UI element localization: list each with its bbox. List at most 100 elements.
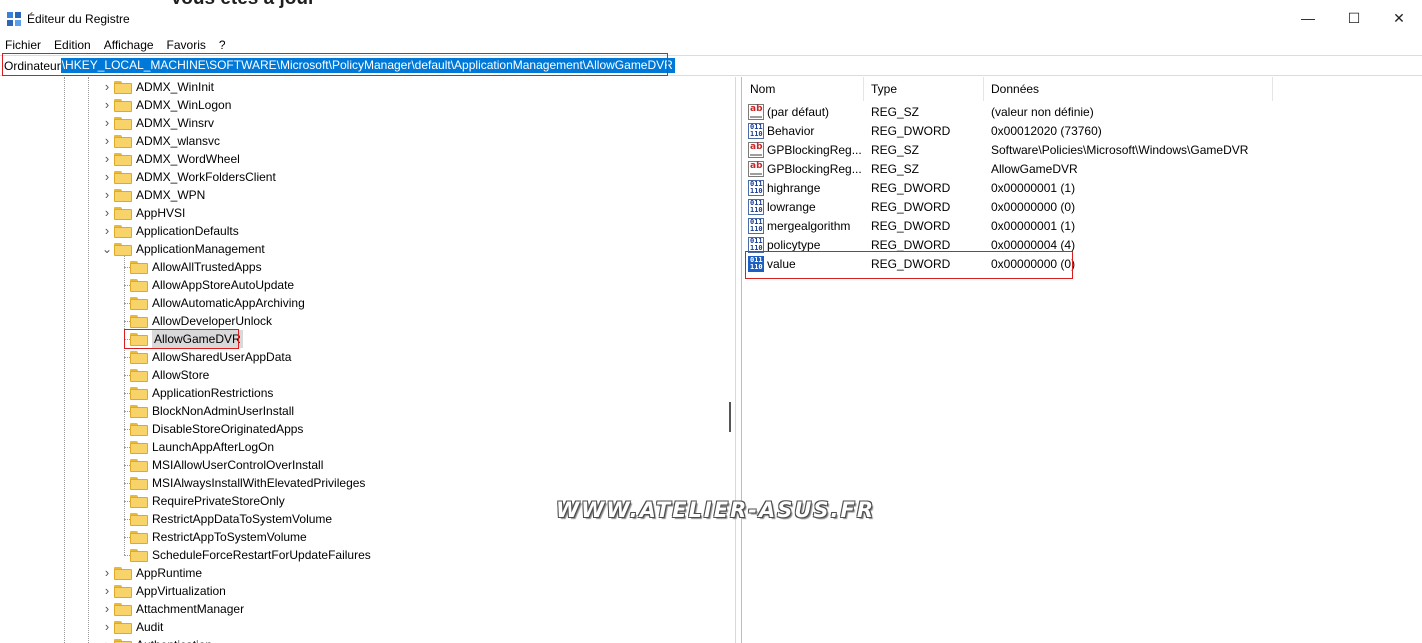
folder-icon xyxy=(114,98,132,112)
expand-chevron-icon[interactable]: › xyxy=(102,152,112,165)
tree-subkey[interactable]: AllowAppStoreAutoUpdate xyxy=(124,276,294,294)
folder-icon xyxy=(114,134,132,148)
tree-guide-line xyxy=(64,77,65,643)
tree-subkey[interactable]: AllowAutomaticAppArchiving xyxy=(124,294,305,312)
tree-key-label: ADMX_wlansvc xyxy=(136,134,221,148)
expand-chevron-icon[interactable]: › xyxy=(102,134,112,147)
tree-subkey[interactable]: BlockNonAdminUserInstall xyxy=(124,402,294,420)
window-title: Éditeur du Registre xyxy=(27,12,130,26)
tree-key[interactable]: ›Authentication xyxy=(105,636,212,643)
tree-key[interactable]: › AppHVSI xyxy=(105,204,186,222)
expand-chevron-icon[interactable]: › xyxy=(102,224,112,237)
tree-key[interactable]: › ADMX_WPN xyxy=(105,186,206,204)
expand-chevron-icon[interactable]: › xyxy=(102,620,112,633)
tree-key[interactable]: › ADMX_wlansvc xyxy=(105,132,221,150)
expand-chevron-icon[interactable]: › xyxy=(102,206,112,219)
expand-chevron-icon[interactable]: › xyxy=(102,566,112,579)
folder-icon xyxy=(114,80,132,94)
column-header-data[interactable]: Données xyxy=(984,77,1273,101)
tree-subkey[interactable]: RequirePrivateStoreOnly xyxy=(124,492,285,510)
column-header-type[interactable]: Type xyxy=(864,77,984,101)
tree-subkey[interactable]: AllowSharedUserAppData xyxy=(124,348,292,366)
tree-key[interactable]: › ApplicationDefaults xyxy=(105,222,239,240)
expand-chevron-icon[interactable]: › xyxy=(102,116,112,129)
tree-key[interactable]: › AppVirtualization xyxy=(105,582,226,600)
folder-icon xyxy=(114,620,132,634)
value-data-cell: 0x00000001 (1) xyxy=(991,180,1076,195)
tree-subkey[interactable]: AllowAllTrustedApps xyxy=(124,258,262,276)
dword-value-icon: 011 110 xyxy=(748,198,764,215)
menu-help[interactable]: ? xyxy=(213,36,233,54)
expand-chevron-icon[interactable]: › xyxy=(102,170,112,183)
tree-subkey[interactable]: ApplicationRestrictions xyxy=(124,384,274,402)
value-type-cell: REG_DWORD xyxy=(871,180,951,195)
value-row[interactable]: 011 110 mergealgorithm REG_DWORD 0x00000001 … xyxy=(743,216,1422,235)
tree-key-label: AttachmentManager xyxy=(136,602,245,616)
pane-splitter[interactable] xyxy=(736,77,742,643)
value-list-pane[interactable]: Nom Type Données ab (par défaut) REG_SZ (va… xyxy=(743,77,1422,643)
minimize-button[interactable]: — xyxy=(1285,0,1331,36)
value-row[interactable]: 011 110 highrange REG_DWORD 0x00000001 (1) xyxy=(743,178,1422,197)
tree-subkey[interactable]: LaunchAppAfterLogOn xyxy=(124,438,274,456)
tree-key[interactable]: › ADMX_WorkFoldersClient xyxy=(105,168,276,186)
menu-favoris[interactable]: Favoris xyxy=(161,36,213,54)
tree-key-label: Authentication xyxy=(136,636,212,643)
value-type-cell: REG_SZ xyxy=(871,161,920,176)
folder-icon xyxy=(114,206,132,220)
tree-subkey[interactable]: RestrictAppToSystemVolume xyxy=(124,528,307,546)
tree-key[interactable]: › ADMX_WinLogon xyxy=(105,96,232,114)
tree-subkey[interactable]: AllowDeveloperUnlock xyxy=(124,312,272,330)
value-name-cell: 011 110 mergealgorithm xyxy=(743,217,864,234)
tree-subkey[interactable]: DisableStoreOriginatedApps xyxy=(124,420,303,438)
tree-subkey[interactable]: AllowStore xyxy=(124,366,210,384)
value-name: (par défaut) xyxy=(767,104,830,119)
value-name: policytype xyxy=(767,237,821,252)
tree-subkey[interactable]: ScheduleForceRestartForUpdateFailures xyxy=(124,546,371,564)
menu-edition[interactable]: Edition xyxy=(48,36,98,54)
tree-key[interactable]: › AttachmentManager xyxy=(105,600,245,618)
value-row[interactable]: ab GPBlockingReg... REG_SZ Software\Policie… xyxy=(743,140,1422,159)
expand-chevron-icon[interactable]: › xyxy=(102,188,112,201)
expand-chevron-icon[interactable]: › xyxy=(102,602,112,615)
folder-icon xyxy=(114,602,132,616)
menu-affichage[interactable]: Affichage xyxy=(98,36,161,54)
tree-key-label: AllowStore xyxy=(152,368,210,382)
tree-key-label: ApplicationRestrictions xyxy=(152,386,274,400)
value-type-cell: REG_SZ xyxy=(871,142,920,157)
tree-key-label: AppRuntime xyxy=(136,566,203,580)
close-button[interactable]: ✕ xyxy=(1376,0,1422,36)
value-row[interactable]: ab (par défaut) REG_SZ (valeur non définie) xyxy=(743,102,1422,121)
tree-key[interactable]: › ADMX_Winsrv xyxy=(105,114,214,132)
tree-key[interactable]: › ADMX_WinInit xyxy=(105,78,214,96)
tree-key-label: ADMX_WordWheel xyxy=(136,152,240,166)
tree-selection-highlight-box xyxy=(124,329,239,349)
tree-key-label: Audit xyxy=(136,620,164,634)
folder-icon xyxy=(114,152,132,166)
tree-key[interactable]: › Audit xyxy=(105,618,164,636)
tree-key[interactable]: › ADMX_WordWheel xyxy=(105,150,240,168)
tree-subkey[interactable]: MSIAllowUserControlOverInstall xyxy=(124,456,324,474)
tree-subkey[interactable]: RestrictAppDataToSystemVolume xyxy=(124,510,332,528)
tree-subkey[interactable]: MSIAlwaysInstallWithElevatedPrivileges xyxy=(124,474,365,492)
tree-key-label: MSIAllowUserControlOverInstall xyxy=(152,458,324,472)
expand-chevron-icon[interactable]: › xyxy=(102,98,112,111)
expand-chevron-icon[interactable]: › xyxy=(102,80,112,93)
value-row[interactable]: ab GPBlockingReg... REG_SZ AllowGameDVR xyxy=(743,159,1422,178)
column-header-name[interactable]: Nom xyxy=(743,77,864,101)
value-row[interactable]: 011 110 lowrange REG_DWORD 0x00000000 (0) xyxy=(743,197,1422,216)
key-tree-pane[interactable]: › ADMX_WinInit › ADMX_WinLogon › ADMX_Winsrv ›… xyxy=(0,77,736,643)
tree-key-label: AllowAllTrustedApps xyxy=(152,260,262,274)
tree-key[interactable]: › AppRuntime xyxy=(105,564,203,582)
splitter-grip[interactable] xyxy=(729,402,731,432)
expand-chevron-icon[interactable]: › xyxy=(102,584,112,597)
string-value-icon: ab xyxy=(748,160,764,177)
value-row[interactable]: 011 110 Behavior REG_DWORD 0x00012020 (73760… xyxy=(743,121,1422,140)
maximize-button[interactable]: ☐ xyxy=(1331,0,1377,36)
tree-key-label: AllowAutomaticAppArchiving xyxy=(152,296,305,310)
menu-fichier[interactable]: Fichier xyxy=(0,36,48,54)
folder-icon xyxy=(114,116,132,130)
address-highlight-box xyxy=(2,53,668,76)
tree-key[interactable]: ⌄ ApplicationManagement xyxy=(102,240,265,258)
tree-key-label: AllowSharedUserAppData xyxy=(152,350,292,364)
collapse-chevron-icon[interactable]: ⌄ xyxy=(102,243,112,255)
